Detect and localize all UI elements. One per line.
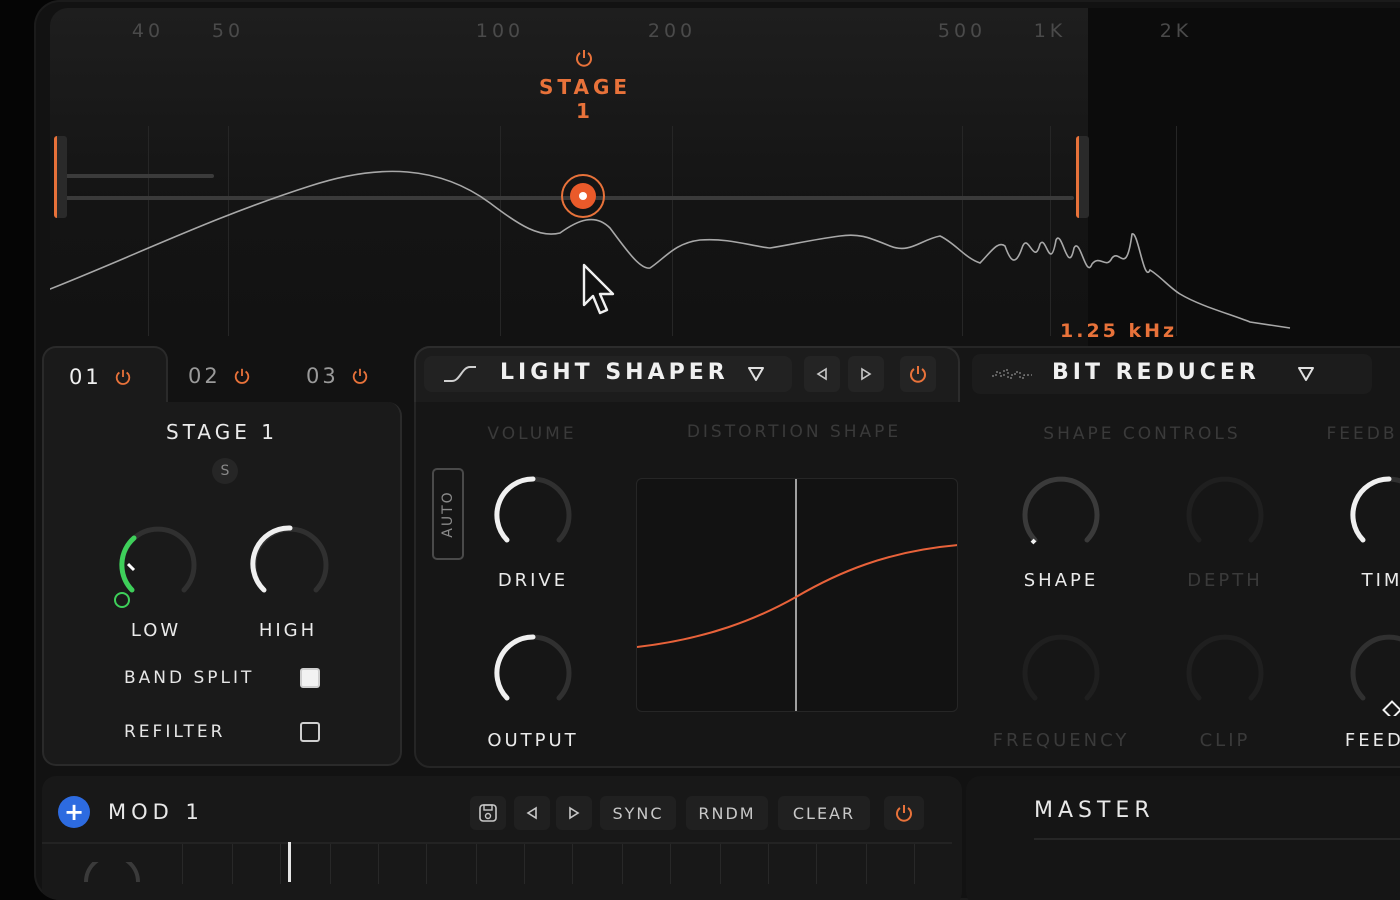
mod-grid-line bbox=[476, 844, 477, 884]
shape-controls-section-label: SHAPE CONTROLS bbox=[1043, 424, 1241, 444]
mod-rate-knob[interactable] bbox=[82, 862, 142, 882]
output-knob[interactable] bbox=[490, 630, 576, 716]
stage-panel: STAGE 1 S LOW HIGH BAND SPLIT REFILTER bbox=[42, 402, 402, 766]
triangle-right-icon bbox=[569, 806, 580, 820]
mod-grid-line bbox=[280, 844, 281, 884]
refilter-label: REFILTER bbox=[124, 722, 226, 742]
low-knob[interactable] bbox=[114, 520, 202, 608]
band-split-label: BAND SPLIT bbox=[124, 668, 255, 688]
effect2-name[interactable]: BIT REDUCER bbox=[1052, 360, 1260, 385]
mod-grid-line bbox=[816, 844, 817, 884]
save-button[interactable] bbox=[470, 796, 506, 830]
chevron-down-icon[interactable] bbox=[746, 365, 766, 383]
tab-label: 01 bbox=[69, 365, 102, 389]
clear-button[interactable]: CLEAR bbox=[778, 796, 870, 830]
mod-next-button[interactable] bbox=[556, 796, 592, 830]
high-knob[interactable] bbox=[246, 520, 334, 608]
high-label: HIGH bbox=[258, 620, 318, 641]
save-icon bbox=[479, 804, 497, 822]
stage-node-handle[interactable] bbox=[561, 174, 605, 218]
mod-grid-line bbox=[378, 844, 379, 884]
power-icon bbox=[910, 366, 926, 383]
clip-label: CLIP bbox=[1199, 730, 1251, 751]
shape-label: SHAPE bbox=[1023, 570, 1099, 591]
mod-power-button[interactable] bbox=[884, 796, 924, 830]
stage-panel-title: STAGE 1 bbox=[166, 420, 278, 444]
auto-label: AUTO bbox=[440, 490, 456, 538]
crossover-frequency-readout: 1.25 kHz bbox=[1060, 320, 1178, 342]
power-icon[interactable] bbox=[351, 367, 369, 385]
feedback-knob[interactable] bbox=[1346, 630, 1400, 716]
power-icon[interactable] bbox=[114, 368, 132, 386]
mod-grid-line bbox=[572, 844, 573, 884]
chevron-down-icon[interactable] bbox=[1296, 365, 1316, 383]
feedback-section-label: FEEDB bbox=[1326, 424, 1398, 444]
depth-label: DEPTH bbox=[1187, 570, 1263, 591]
tab-label: 03 bbox=[306, 364, 339, 388]
output-label: OUTPUT bbox=[487, 730, 579, 751]
sync-button[interactable]: SYNC bbox=[600, 796, 676, 830]
drive-knob[interactable] bbox=[490, 472, 576, 558]
next-preset-button[interactable] bbox=[848, 356, 884, 392]
random-button[interactable]: RNDM bbox=[686, 796, 768, 830]
mod-grid-line bbox=[330, 844, 331, 884]
tab-label: 02 bbox=[188, 364, 221, 388]
frequency-label: FREQUENCY bbox=[992, 730, 1130, 751]
frequency-knob[interactable] bbox=[1018, 630, 1104, 716]
time-knob[interactable] bbox=[1346, 472, 1400, 558]
add-modulator-button[interactable]: + bbox=[58, 796, 90, 828]
master-divider bbox=[1034, 838, 1400, 840]
mod-grid-line bbox=[524, 844, 525, 884]
tab-stage-01[interactable]: 01 bbox=[42, 346, 168, 406]
volume-section-label: VOLUME bbox=[487, 424, 577, 444]
master-title: MASTER bbox=[1034, 798, 1155, 823]
triangle-left-icon bbox=[816, 367, 827, 381]
spectrum-display[interactable]: 40 50 100 200 500 1K 2K STAGE 1 1.25 kHz bbox=[50, 8, 1400, 348]
depth-knob[interactable] bbox=[1182, 472, 1268, 558]
solo-button[interactable]: S bbox=[212, 458, 238, 484]
mod-grid-line bbox=[768, 844, 769, 884]
mod-grid-line bbox=[914, 844, 915, 884]
mod-panel bbox=[42, 776, 962, 900]
mod-title: MOD 1 bbox=[108, 800, 204, 824]
mod-grid-line bbox=[866, 844, 867, 884]
effect1-name[interactable]: LIGHT SHAPER bbox=[500, 360, 729, 385]
shape-knob[interactable] bbox=[1018, 472, 1104, 558]
power-icon bbox=[896, 805, 912, 822]
spectrum-curve bbox=[50, 170, 1291, 329]
auto-button[interactable]: AUTO bbox=[432, 468, 464, 560]
mouse-cursor-icon bbox=[582, 263, 615, 315]
plugin-window: 40 50 100 200 500 1K 2K STAGE 1 1.25 kHz… bbox=[34, 0, 1400, 900]
mod-grid-line bbox=[182, 844, 183, 884]
power-icon[interactable] bbox=[233, 367, 251, 385]
mod-grid-line bbox=[232, 844, 233, 884]
transfer-curve bbox=[637, 479, 957, 711]
tab-stage-03[interactable]: 03 bbox=[306, 346, 369, 406]
tab-stage-02[interactable]: 02 bbox=[188, 346, 251, 406]
mod-prev-button[interactable] bbox=[514, 796, 550, 830]
time-label: TIM bbox=[1361, 570, 1400, 591]
band-split-checkbox[interactable] bbox=[300, 668, 320, 688]
feedback-label: FEEDB bbox=[1344, 730, 1400, 751]
shaper-curve-icon bbox=[444, 366, 476, 382]
mod-grid-line bbox=[622, 844, 623, 884]
bit-reducer-dots-icon bbox=[992, 369, 1032, 379]
distortion-shape-graph[interactable] bbox=[636, 478, 958, 712]
triangle-left-icon bbox=[526, 806, 537, 820]
distortion-shape-section-label: DISTORTION SHAPE bbox=[686, 422, 902, 442]
mod-grid-line bbox=[670, 844, 671, 884]
triangle-right-icon bbox=[861, 367, 872, 381]
low-label: LOW bbox=[130, 620, 182, 641]
prev-preset-button[interactable] bbox=[804, 356, 840, 392]
mod-grid-line bbox=[720, 844, 721, 884]
mod-playhead[interactable] bbox=[288, 842, 291, 882]
mod-grid-line bbox=[426, 844, 427, 884]
refilter-checkbox[interactable] bbox=[300, 722, 320, 742]
clip-knob[interactable] bbox=[1182, 630, 1268, 716]
drive-label: DRIVE bbox=[497, 570, 569, 591]
effect1-power-button[interactable] bbox=[900, 356, 936, 392]
